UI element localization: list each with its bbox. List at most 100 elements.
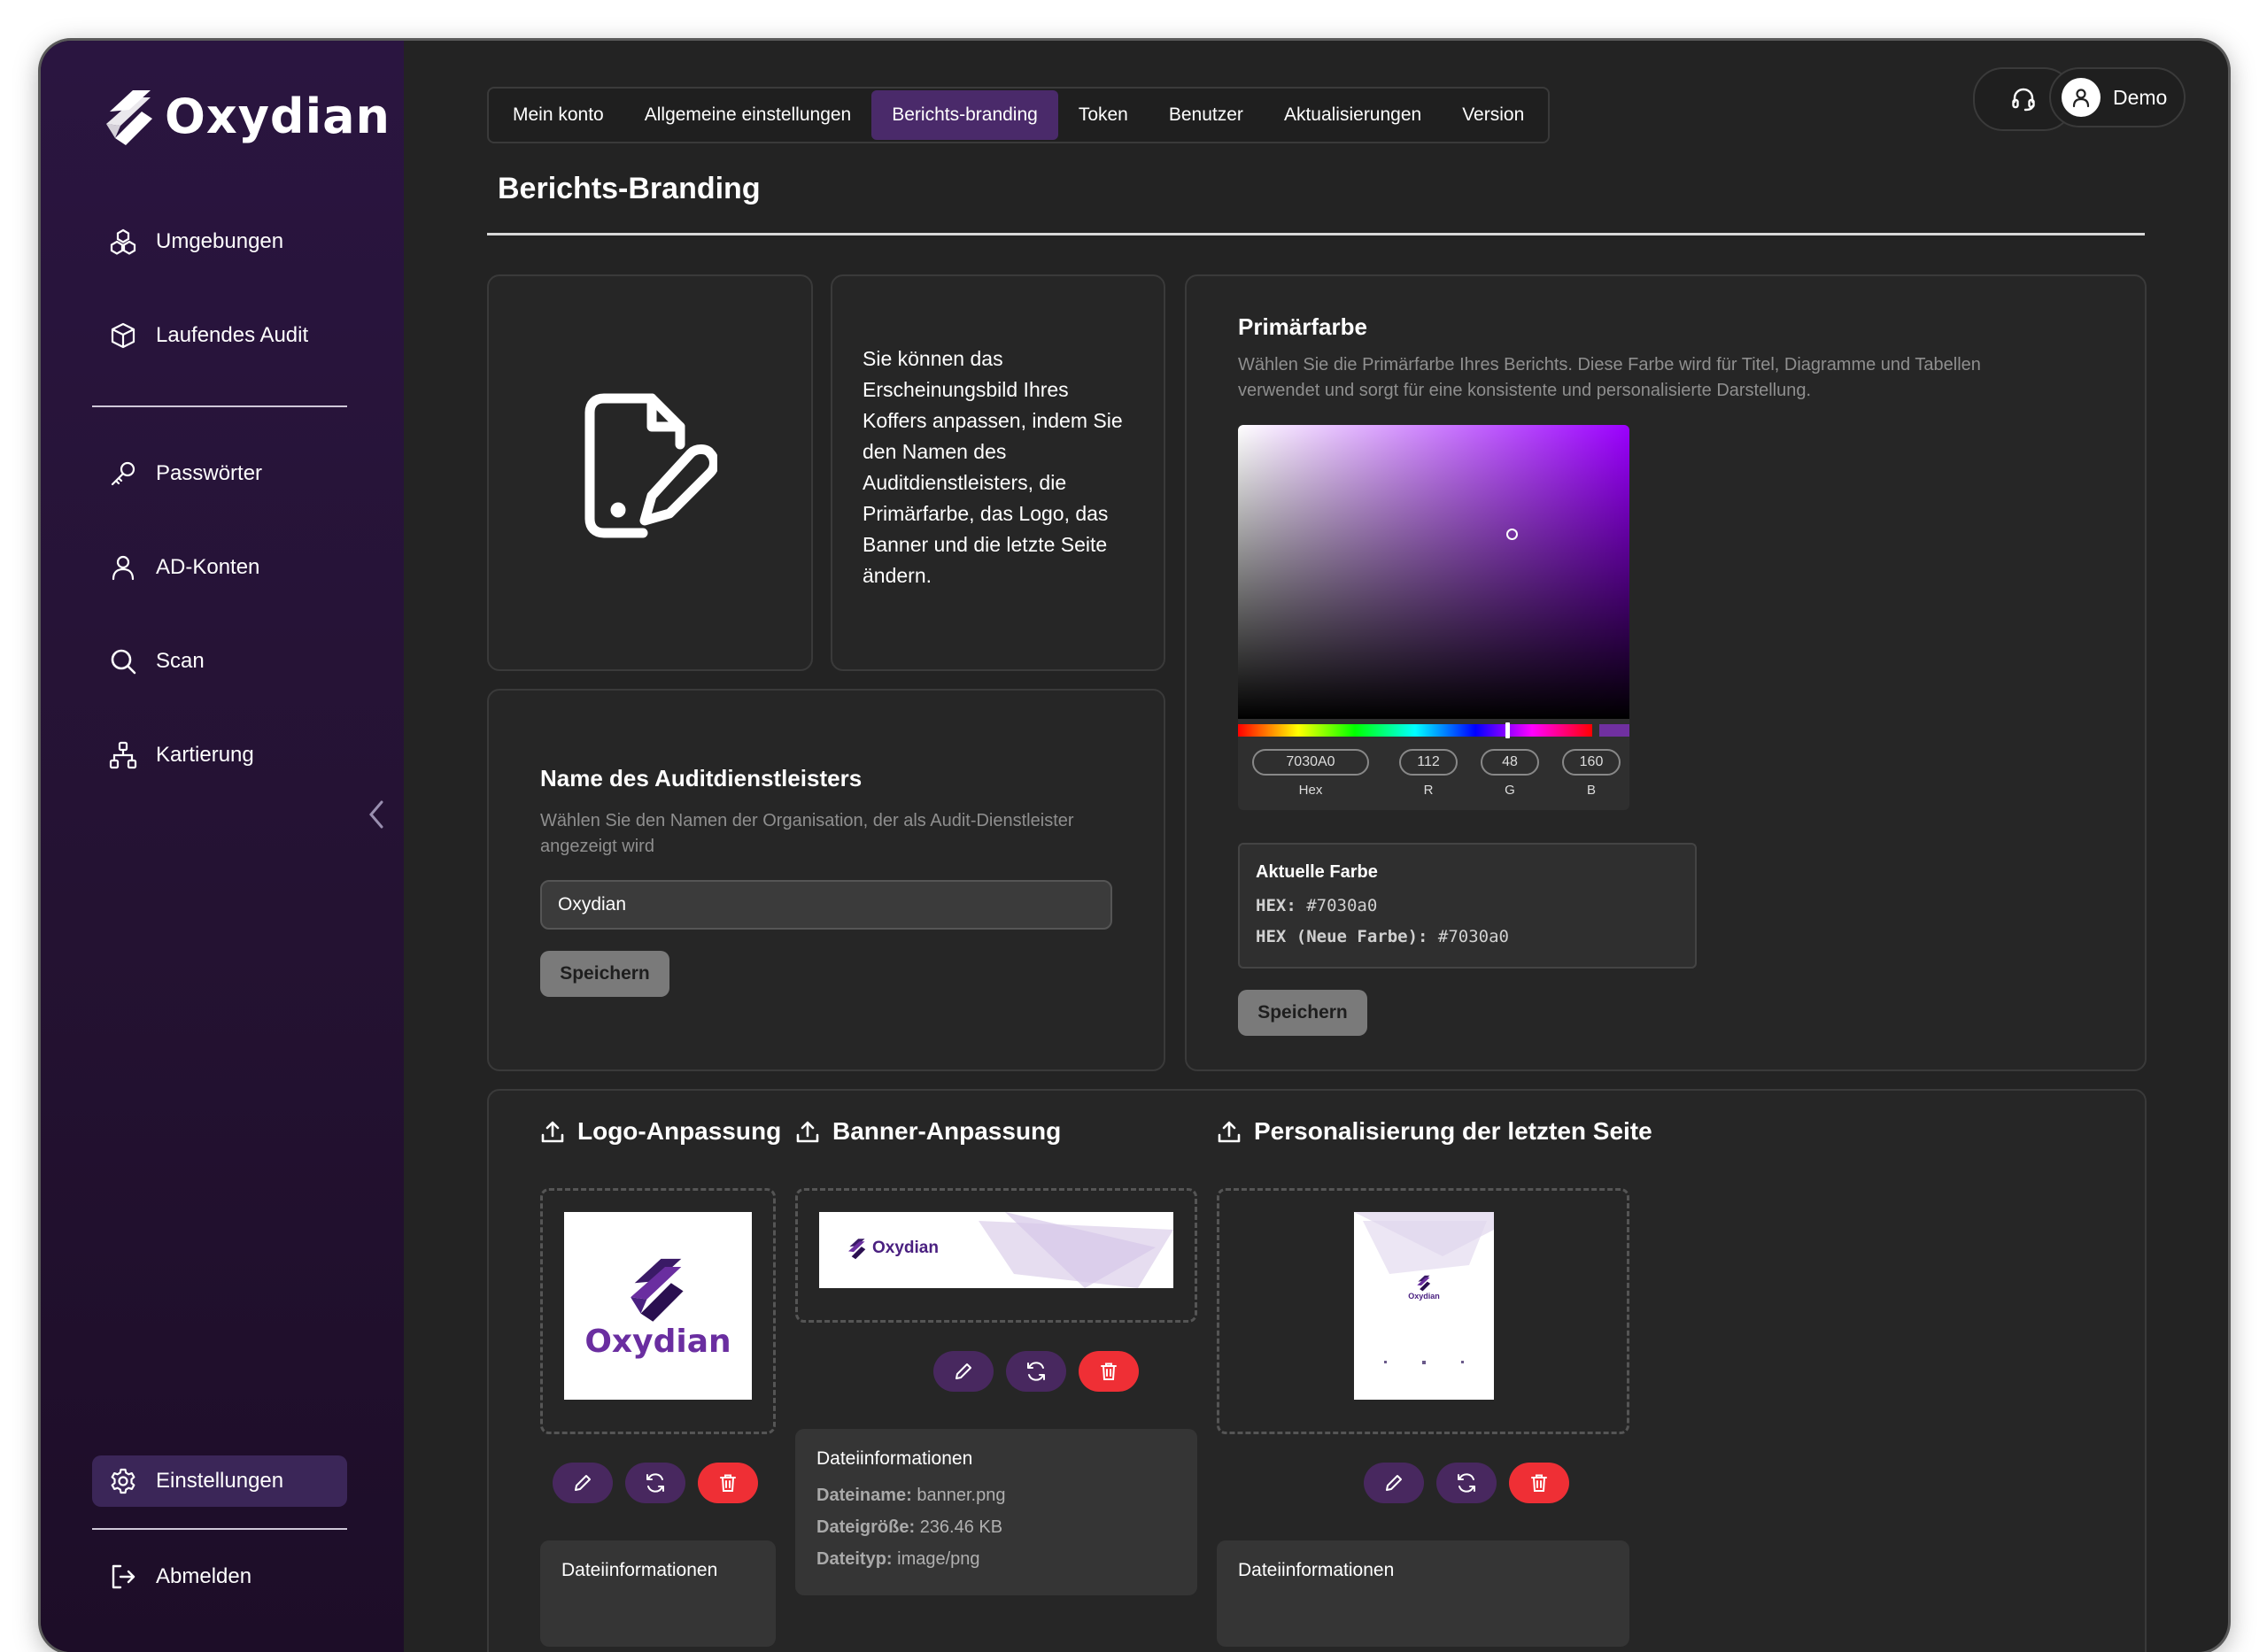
user-icon [108, 552, 138, 583]
sidebar-divider [92, 1528, 347, 1530]
file-name-label: Dateiname: [816, 1486, 912, 1505]
banner-file-type: Dateityp: image/png [816, 1549, 980, 1570]
file-name-value: banner.png [917, 1486, 1006, 1505]
logout-button[interactable]: Abmelden [108, 1562, 251, 1592]
lastpage-edit-button[interactable] [1364, 1463, 1424, 1503]
hue-handle[interactable] [1505, 722, 1510, 738]
lastpage-preview: Oxydian [1354, 1212, 1494, 1400]
trash-icon [1101, 1363, 1117, 1380]
settings-tabs: Mein konto Allgemeine einstellungen Beri… [487, 87, 1551, 143]
lastpage-dropzone[interactable]: Oxydian [1217, 1188, 1629, 1434]
color-save-button[interactable]: Speichern [1238, 990, 1367, 1036]
pencil-icon [575, 1475, 591, 1491]
logo-edit-button[interactable] [553, 1463, 613, 1503]
sidebar-item-passwoerter[interactable]: Passwörter [108, 459, 262, 489]
banner-decoration [979, 1212, 1173, 1288]
logo-replace-button[interactable] [625, 1463, 685, 1503]
lastpage-info-title: Dateiinformationen [1238, 1560, 1395, 1580]
file-size-value: 236.46 KB [919, 1517, 1003, 1537]
banner-delete-button[interactable] [1079, 1351, 1139, 1392]
logo-dropzone[interactable]: Oxydian [540, 1188, 776, 1434]
environments-icon [108, 227, 138, 257]
key-icon [108, 459, 138, 489]
sidebar-item-einstellungen[interactable]: Einstellungen [108, 1466, 283, 1496]
sidebar-item-label: Passwörter [156, 461, 263, 485]
logo-info-title: Dateiinformationen [561, 1560, 718, 1580]
sitemap-icon [108, 740, 138, 770]
lastpage-upload-label: Personalisierung der letzten Seite [1254, 1117, 1652, 1145]
color-picker: 7030A0 112 48 160 Hex R G B [1238, 425, 1629, 810]
intro-text: Sie können das Erscheinungsbild Ihres Ko… [863, 347, 1123, 587]
hex-input[interactable]: 7030A0 [1252, 749, 1369, 776]
banner-dropzone[interactable]: Oxydian [795, 1188, 1197, 1323]
new-hex-label: HEX (Neue Farbe): [1256, 927, 1428, 946]
current-color-title: Aktuelle Farbe [1256, 862, 1378, 882]
file-type-label: Dateityp: [816, 1549, 893, 1569]
tab-aktualisierungen[interactable]: Aktualisierungen [1264, 90, 1442, 140]
tab-version[interactable]: Version [1442, 90, 1544, 140]
saturation-area[interactable] [1238, 425, 1629, 719]
sidebar-item-kartierung[interactable]: Kartierung [108, 740, 254, 770]
file-type-value: image/png [897, 1549, 980, 1569]
sidebar-item-label: Laufendes Audit [156, 323, 309, 347]
sidebar-item-laufendes-audit[interactable]: Laufendes Audit [108, 320, 308, 351]
current-hex-label: HEX: [1256, 896, 1296, 915]
lastpage-upload-title: Personalisierung der letzten Seite [1217, 1117, 1652, 1146]
lastpage-file-info: Dateiinformationen [1217, 1540, 1629, 1647]
tab-berichts-branding[interactable]: Berichts-branding [871, 90, 1058, 140]
b-input[interactable]: 160 [1562, 749, 1621, 776]
sidebar-item-umgebungen[interactable]: Umgebungen [108, 227, 283, 257]
r-label: R [1423, 783, 1434, 798]
banner-info-title: Dateiinformationen [816, 1448, 973, 1469]
sidebar-item-label: AD-Konten [156, 555, 260, 579]
logo-delete-button[interactable] [698, 1463, 758, 1503]
r-input[interactable]: 112 [1399, 749, 1458, 776]
box-icon [108, 320, 138, 351]
banner-upload-label: Banner-Anpassung [832, 1117, 1062, 1145]
sidebar-item-label: Kartierung [156, 743, 254, 767]
file-size-label: Dateigröße: [816, 1517, 916, 1537]
user-menu-button[interactable]: Demo [2049, 67, 2186, 127]
refresh-icon [646, 1473, 664, 1493]
saturation-handle[interactable] [1506, 529, 1518, 540]
tab-allgemeine-einstellungen[interactable]: Allgemeine einstellungen [624, 90, 872, 140]
g-input[interactable]: 48 [1481, 749, 1539, 776]
sidebar-item-label: Umgebungen [156, 229, 284, 253]
provider-save-button[interactable]: Speichern [540, 951, 669, 997]
search-icon [108, 646, 138, 676]
upload-icon [541, 1121, 564, 1143]
tab-benutzer[interactable]: Benutzer [1149, 90, 1264, 140]
sidebar-item-scan[interactable]: Scan [108, 646, 205, 676]
tab-token[interactable]: Token [1058, 90, 1149, 140]
tab-mein-konto[interactable]: Mein konto [492, 90, 624, 140]
lastpage-logo: Oxydian [1354, 1274, 1494, 1301]
refresh-icon [1027, 1362, 1045, 1381]
sidebar-item-label: Scan [156, 649, 205, 673]
lastpage-footer-dots [1384, 1361, 1464, 1364]
banner-upload-title: Banner-Anpassung [795, 1117, 1061, 1146]
lastpage-replace-button[interactable] [1436, 1463, 1497, 1503]
hex-label: Hex [1298, 783, 1323, 798]
provider-name-input[interactable]: Oxydian [540, 880, 1112, 930]
sidebar-divider [92, 405, 347, 407]
collapse-sidebar-button[interactable] [367, 799, 386, 835]
intro-card: Sie können das Erscheinungsbild Ihres Ko… [831, 274, 1165, 671]
sidebar-item-ad-konten[interactable]: AD-Konten [108, 552, 259, 583]
color-description: Wählen Sie die Primärfarbe Ihres Bericht… [1238, 355, 1981, 400]
brand-name: Oxydian [165, 88, 391, 144]
banner-file-size: Dateigröße: 236.46 KB [816, 1517, 1002, 1538]
document-edit-icon [584, 393, 717, 538]
lastpage-delete-button[interactable] [1509, 1463, 1569, 1503]
new-hex-value: #7030a0 [1437, 927, 1509, 946]
upload-icon [1218, 1121, 1241, 1143]
banner-edit-button[interactable] [933, 1351, 994, 1392]
banner-preview-text: Oxydian [872, 1239, 939, 1257]
current-hex-row: HEX: #7030a0 [1256, 896, 1377, 915]
upload-icon [796, 1121, 819, 1143]
trash-icon [720, 1474, 736, 1492]
oxydian-logo-icon [1417, 1275, 1431, 1292]
banner-replace-button[interactable] [1006, 1351, 1066, 1392]
headset-icon [2012, 88, 2035, 112]
hue-slider[interactable] [1238, 722, 1592, 738]
brand-logo[interactable]: Oxydian [103, 85, 391, 147]
